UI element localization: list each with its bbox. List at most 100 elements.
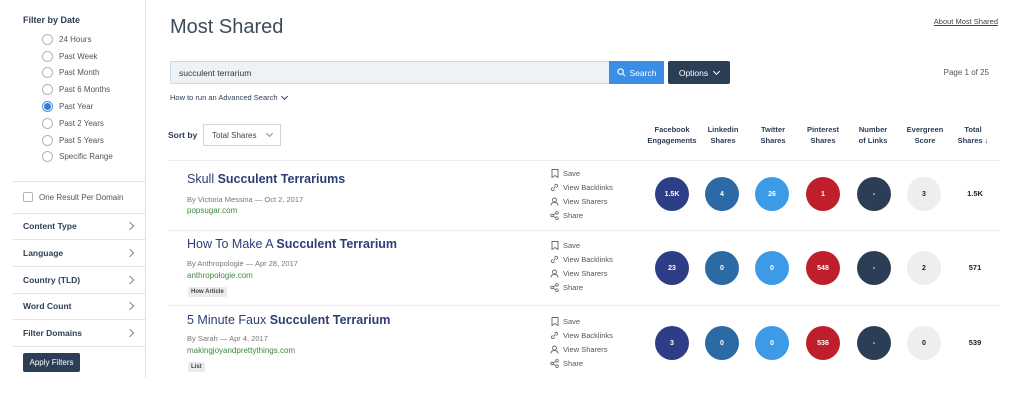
- apply-filters-button[interactable]: Apply Filters: [23, 353, 80, 372]
- action-label: View Sharers: [563, 268, 608, 278]
- action-label: Share: [563, 358, 584, 368]
- action-label: Save: [563, 316, 581, 326]
- one-result-per-domain-label: One Result Per Domain: [39, 192, 124, 202]
- search-button[interactable]: Search: [609, 61, 664, 84]
- filter-row[interactable]: Filter Domains: [13, 320, 146, 348]
- sort-select[interactable]: Total Shares: [203, 124, 281, 146]
- bookmark-icon: [550, 168, 559, 178]
- radio-button[interactable]: [42, 117, 53, 129]
- date-option-label: Past 2 Years: [59, 118, 104, 128]
- article-domain[interactable]: popsugar.com: [187, 206, 237, 215]
- action-label: Save: [563, 168, 581, 178]
- article-title-link[interactable]: Skull Succulent Terrariums: [187, 172, 345, 186]
- page-title: Most Shared: [170, 16, 284, 38]
- filter-label: Word Count: [23, 301, 72, 312]
- action-view-backlinks-link[interactable]: View Backlinks: [550, 180, 613, 194]
- filter-label: Content Type: [23, 221, 77, 231]
- column-header-line2: Shares ↓: [957, 136, 989, 145]
- filter-row[interactable]: Country (TLD): [13, 267, 146, 294]
- filter-row[interactable]: Content Type: [13, 213, 146, 240]
- twitter-metric-badge[interactable]: 26: [755, 177, 789, 211]
- date-option[interactable]: 24 Hours: [42, 31, 113, 48]
- filter-row[interactable]: Language: [13, 240, 146, 267]
- action-share-link[interactable]: Share: [550, 356, 613, 370]
- advanced-search-link[interactable]: How to run an Advanced Search: [170, 92, 288, 102]
- links-metric-badge[interactable]: -: [857, 251, 891, 285]
- pinterest-metric-badge[interactable]: 1: [806, 177, 840, 211]
- article-domain[interactable]: makingjoyandprettythings.com: [187, 346, 295, 355]
- article-type-badge: How Article: [188, 287, 227, 297]
- article-title-link[interactable]: How To Make A Succulent Terrarium: [187, 237, 397, 251]
- date-option[interactable]: Past 6 Months: [42, 81, 113, 98]
- action-view-sharers-link[interactable]: View Sharers: [550, 194, 613, 208]
- action-save-link[interactable]: Save: [550, 314, 613, 328]
- action-label: Save: [563, 240, 581, 250]
- action-view-backlinks-link[interactable]: View Backlinks: [550, 252, 613, 266]
- linkedin-metric-badge[interactable]: 0: [705, 326, 739, 360]
- action-save-link[interactable]: Save: [550, 166, 613, 180]
- search-input[interactable]: succulent terrarium: [170, 61, 610, 84]
- row-separator: [168, 305, 1000, 306]
- article-byline: By Victoria Messina — Oct 2, 2017: [187, 195, 304, 204]
- one-result-per-domain-option[interactable]: One Result Per Domain: [23, 192, 123, 202]
- column-header-line2: of Links: [858, 136, 888, 145]
- article-title-link[interactable]: 5 Minute Faux Succulent Terrarium: [187, 313, 390, 327]
- linkedin-metric-badge[interactable]: 0: [705, 251, 739, 285]
- article-domain[interactable]: anthropologie.com: [187, 271, 253, 280]
- pinterest-metric-badge[interactable]: 536: [806, 326, 840, 360]
- date-option-label: Past 6 Months: [59, 85, 111, 95]
- about-most-shared-link[interactable]: About Most Shared: [934, 17, 998, 26]
- pinterest-metric-badge[interactable]: 548: [806, 251, 840, 285]
- action-share-link[interactable]: Share: [550, 208, 613, 222]
- facebook-metric-badge[interactable]: 23: [655, 251, 689, 285]
- date-option[interactable]: Past Year: [42, 98, 113, 115]
- total-shares-value: 1.5K: [967, 189, 983, 198]
- radio-button[interactable]: [42, 67, 53, 79]
- action-share-link[interactable]: Share: [550, 280, 613, 294]
- facebook-metric-badge[interactable]: 3: [655, 326, 689, 360]
- sort-select-value: Total Shares: [212, 130, 257, 140]
- action-save-link[interactable]: Save: [550, 238, 613, 252]
- radio-button[interactable]: [42, 50, 53, 62]
- article-actions: Save View Backlinks View Sharers Share: [550, 166, 613, 222]
- date-option[interactable]: Past 5 Years: [42, 132, 113, 149]
- radio-button[interactable]: [42, 134, 53, 146]
- date-option[interactable]: Specific Range: [42, 149, 113, 166]
- column-header[interactable]: Total Shares ↓: [943, 124, 1003, 146]
- chevron-right-icon: [125, 221, 135, 231]
- radio-button[interactable]: [42, 101, 53, 113]
- action-label: Share: [563, 210, 584, 220]
- chevron-right-icon: [125, 248, 135, 258]
- date-option[interactable]: Past Week: [42, 48, 113, 65]
- one-result-per-domain-checkbox[interactable]: [23, 192, 33, 202]
- action-view-sharers-link[interactable]: View Sharers: [550, 342, 613, 356]
- radio-button[interactable]: [42, 151, 53, 163]
- user-icon: [550, 345, 559, 354]
- article-title-keyword: Succulent Terrarium: [269, 313, 391, 327]
- action-label: Share: [563, 282, 584, 292]
- row-separator: [168, 230, 1000, 231]
- chevron-right-icon: [125, 275, 135, 284]
- action-view-sharers-link[interactable]: View Sharers: [550, 266, 613, 280]
- article-title-text: 5 Minute Faux: [187, 313, 270, 327]
- twitter-metric-badge[interactable]: 0: [755, 251, 789, 285]
- filter-row[interactable]: Word Count: [13, 293, 146, 321]
- date-option[interactable]: Past Month: [42, 65, 113, 82]
- link-icon: [550, 255, 559, 264]
- links-metric-badge[interactable]: -: [857, 326, 891, 360]
- radio-button[interactable]: [42, 84, 53, 96]
- article-byline: By Anthropologie — Apr 28, 2017: [187, 259, 298, 268]
- action-label: View Backlinks: [563, 330, 613, 340]
- facebook-metric-badge[interactable]: 1.5K: [655, 177, 689, 211]
- bookmark-icon: [550, 316, 559, 326]
- linkedin-metric-badge[interactable]: 4: [705, 177, 739, 211]
- options-button[interactable]: Options: [668, 61, 730, 84]
- links-metric-badge[interactable]: -: [857, 177, 891, 211]
- radio-button[interactable]: [42, 33, 53, 45]
- article-actions: Save View Backlinks View Sharers Share: [550, 314, 613, 370]
- action-label: View Backlinks: [563, 182, 613, 192]
- date-option[interactable]: Past 2 Years: [42, 115, 113, 132]
- twitter-metric-badge[interactable]: 0: [755, 326, 789, 360]
- evergreen-metric-badge: 2: [907, 251, 941, 285]
- action-view-backlinks-link[interactable]: View Backlinks: [550, 328, 613, 342]
